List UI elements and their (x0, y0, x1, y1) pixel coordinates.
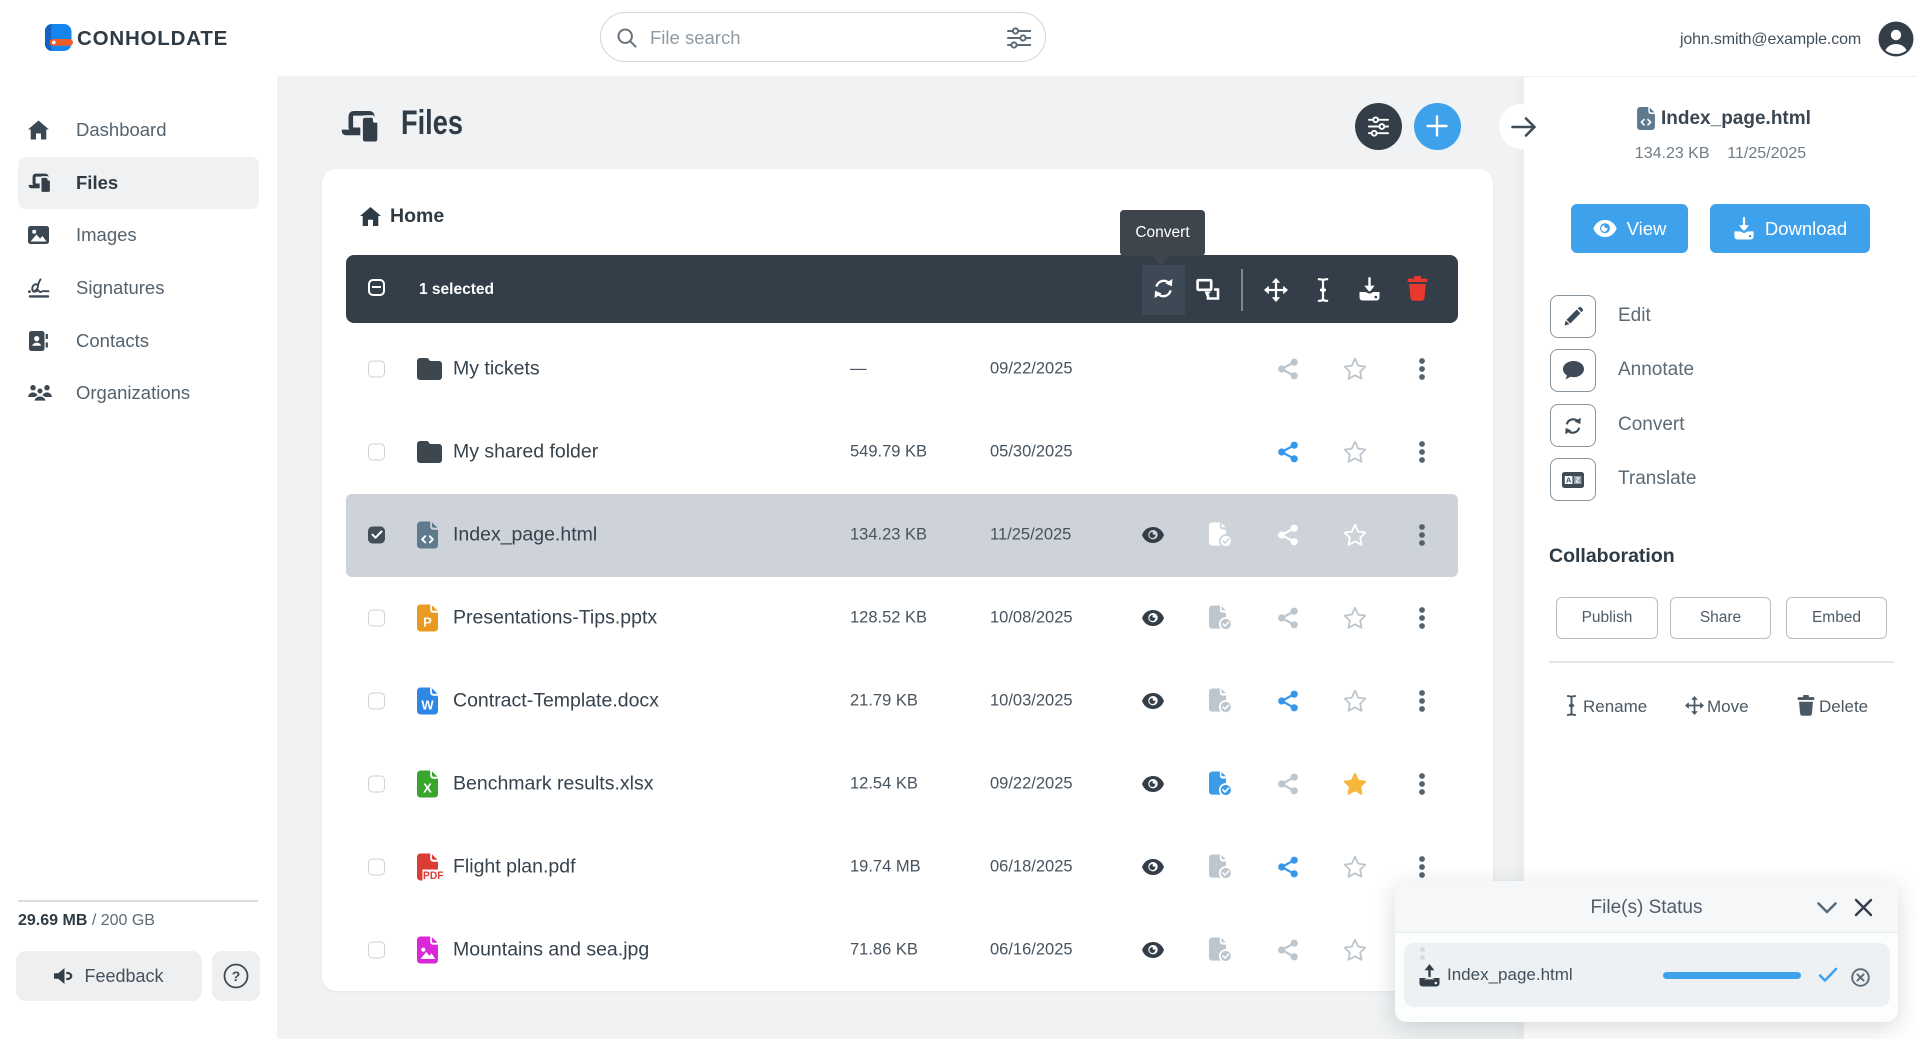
svg-text:P: P (423, 615, 432, 630)
svg-text:?: ? (232, 968, 241, 984)
svg-text:A: A (1566, 475, 1572, 484)
svg-text:W: W (421, 698, 434, 713)
svg-text:Z: Z (1575, 475, 1580, 484)
svg-text:X: X (423, 781, 432, 796)
svg-text:PDF: PDF (423, 870, 444, 881)
